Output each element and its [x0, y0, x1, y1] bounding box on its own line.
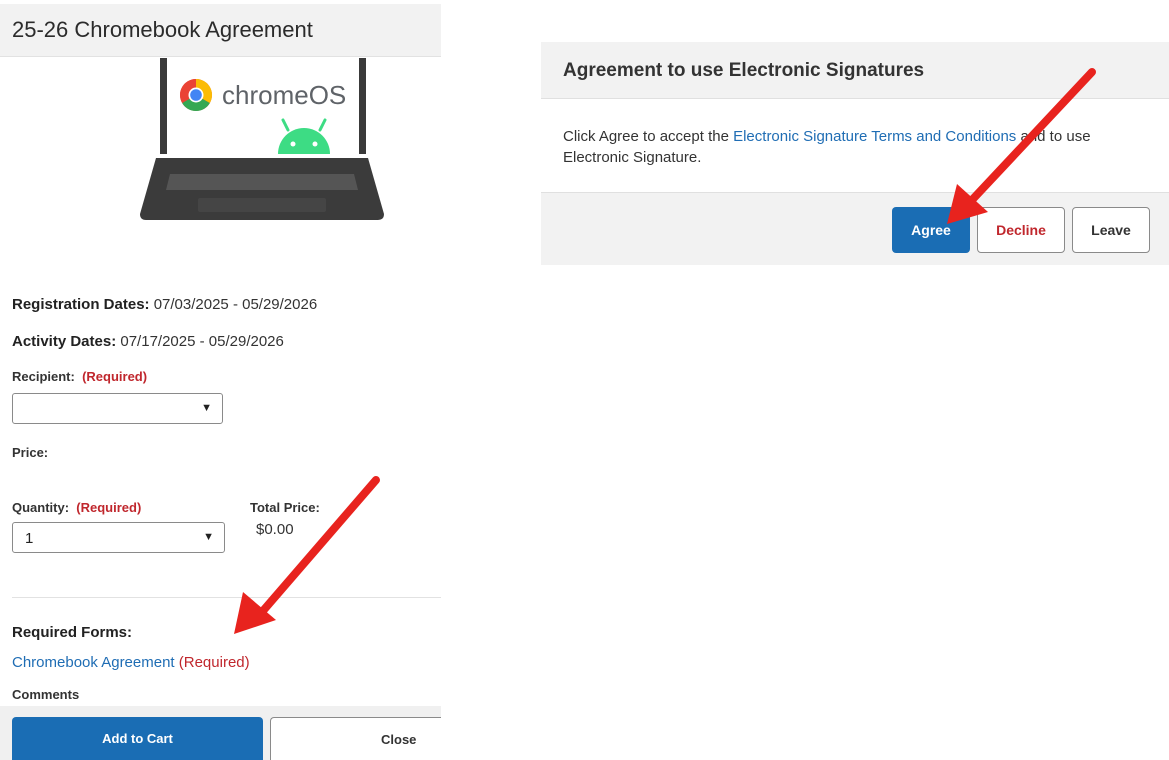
- add-to-cart-button[interactable]: Add to Cart: [12, 717, 263, 760]
- laptop-trackpad: [198, 198, 326, 212]
- quantity-select-value: 1: [25, 530, 34, 547]
- required-form-row: Chromebook Agreement (Required): [12, 654, 250, 671]
- price-label: Price:: [12, 445, 49, 460]
- activity-label: Activity Dates:: [12, 333, 117, 350]
- section-divider: [12, 597, 441, 598]
- dialog-header: Agreement to use Electronic Signatures: [541, 42, 1169, 99]
- panel-header: 25-26 Chromebook Agreement: [0, 4, 441, 57]
- terms-link[interactable]: Electronic Signature Terms and Condition…: [733, 128, 1016, 145]
- required-forms-label: Required Forms:: [12, 624, 133, 641]
- laptop-keyboard: [166, 174, 358, 190]
- dialog-footer: Agree Decline Leave: [541, 192, 1169, 265]
- decline-button[interactable]: Decline: [977, 207, 1065, 253]
- quantity-required: (Required): [76, 500, 142, 515]
- registration-label: Registration Dates:: [12, 296, 150, 313]
- chromebook-agreement-link[interactable]: Chromebook Agreement: [12, 654, 175, 671]
- close-button-label: Close: [381, 732, 417, 747]
- recipient-label-row: Recipient: (Required): [12, 369, 147, 384]
- dialog-title: Agreement to use Electronic Signatures: [563, 60, 925, 81]
- recipient-select[interactable]: ▼: [12, 393, 223, 424]
- comments-label: Comments: [12, 687, 80, 702]
- esignature-dialog: Agreement to use Electronic Signatures C…: [541, 42, 1169, 265]
- crop-mask: [441, 700, 531, 760]
- activity-dates: Activity Dates: 07/17/2025 - 05/29/2026: [12, 333, 284, 350]
- dialog-message-pre: Click Agree to accept the: [563, 128, 734, 145]
- agree-button[interactable]: Agree: [892, 207, 970, 253]
- registration-dates: Registration Dates: 07/03/2025 - 05/29/2…: [12, 296, 317, 313]
- quantity-select[interactable]: 1 ▼: [12, 522, 225, 553]
- chrome-logo-icon: [179, 79, 213, 112]
- quantity-label-row: Quantity: (Required): [12, 500, 141, 515]
- activity-detail-panel: 25-26 Chromebook Agreement chromeOS Regi…: [0, 0, 441, 760]
- quantity-label: Quantity:: [12, 500, 70, 515]
- dialog-message: Click Agree to accept the Electronic Sig…: [563, 126, 1153, 168]
- activity-value: 07/17/2025 - 05/29/2026: [120, 333, 284, 350]
- chromeos-wordmark: chromeOS: [222, 80, 346, 110]
- caret-down-icon: ▼: [203, 531, 214, 543]
- leave-button[interactable]: Leave: [1072, 207, 1150, 253]
- registration-value: 07/03/2025 - 05/29/2026: [153, 296, 318, 313]
- recipient-label: Recipient:: [12, 369, 75, 384]
- recipient-required: (Required): [82, 369, 148, 384]
- page-title: 25-26 Chromebook Agreement: [12, 17, 313, 42]
- chromeos-laptop-illustration: chromeOS: [140, 58, 384, 220]
- form-required-note: (Required): [178, 654, 250, 671]
- caret-down-icon: ▼: [201, 402, 212, 414]
- total-price-value: $0.00: [256, 521, 294, 538]
- total-price-label: Total Price:: [250, 500, 320, 515]
